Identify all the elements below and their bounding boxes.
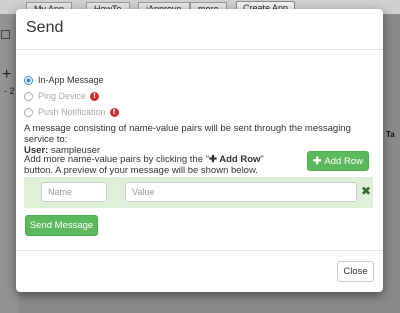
description-text: A message consisting of name-value pairs… [24,123,351,145]
help-prefix: Add more name-value pairs by clicking th… [24,154,210,165]
option-label: Ping Device [38,91,87,101]
background-minus: - 2 [4,86,15,96]
option-label: In-App Message [38,75,104,85]
close-icon[interactable]: ✖ [360,185,372,197]
name-value-row: ✖ [24,177,373,208]
name-input[interactable] [41,182,107,202]
radio-push-notification[interactable] [24,107,33,117]
plus-icon: ✚ [313,155,322,167]
add-row-label: Add Row [324,155,363,167]
modal-footer: Close [16,250,383,292]
option-label: Push Notification [38,107,106,117]
info-icon[interactable]: ! [90,91,100,101]
option-ping-device[interactable]: Ping Device ! [24,89,100,103]
background-plus: + [2,66,12,83]
send-modal: Send In-App Message Ping Device ! Push N… [16,9,383,292]
send-message-button[interactable]: Send Message [25,215,98,236]
background-checkbox [1,30,10,39]
modal-header: Send [16,9,383,50]
add-row-button[interactable]: ✚ Add Row [307,151,369,171]
option-in-app-message[interactable]: In-App Message [24,73,104,87]
option-push-notification[interactable]: Push Notification ! [24,105,119,119]
add-row-help: Add more name-value pairs by clicking th… [24,154,284,176]
modal-title: Send [26,19,64,36]
close-button[interactable]: Close [337,261,374,282]
radio-in-app-message[interactable] [24,75,33,85]
radio-ping-device[interactable] [24,91,33,101]
help-button-ref: ✚ Add Row [209,154,261,165]
info-icon[interactable]: ! [109,107,119,117]
background-table-header: Ta [386,130,395,139]
value-input[interactable] [125,182,357,202]
